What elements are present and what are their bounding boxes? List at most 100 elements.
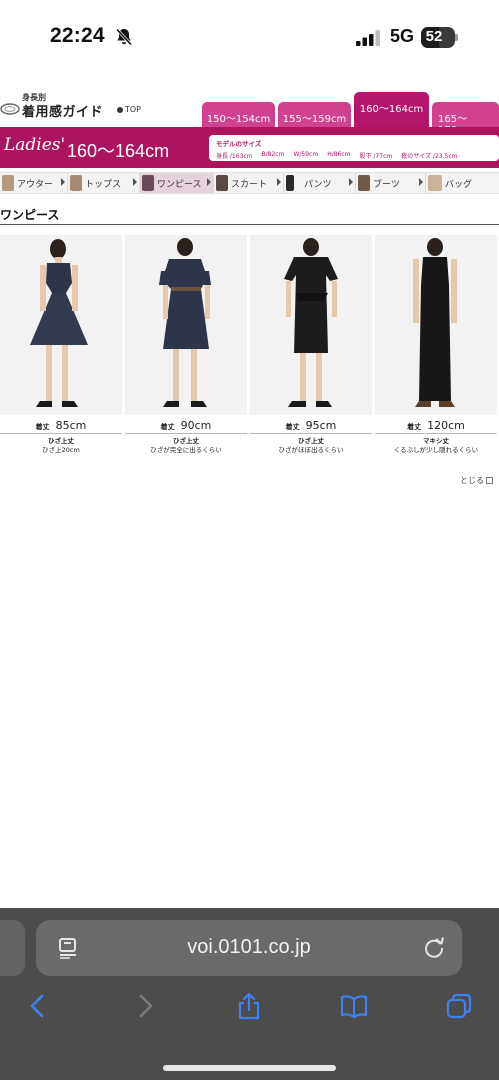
product-description-4: マキシ丈 くるぶしが少し隠れるくらい (375, 437, 497, 455)
close-link-label: とじる (460, 476, 484, 485)
close-icon (486, 477, 493, 484)
category-skirt[interactable]: スカート (214, 173, 284, 193)
url-text[interactable]: voi.0101.co.jp (36, 936, 462, 959)
top-link[interactable]: TOP (117, 105, 141, 114)
forward-icon[interactable] (131, 992, 159, 1020)
dress-thumb-icon (142, 175, 154, 191)
bookmarks-icon[interactable] (340, 992, 368, 1020)
arrow-right-icon (277, 178, 281, 186)
product-image-3[interactable] (250, 235, 372, 415)
tab-160-164[interactable]: 160～164cm (354, 92, 429, 127)
battery-icon: 52 (421, 27, 455, 48)
address-bar[interactable]: voi.0101.co.jp (36, 920, 462, 976)
category-label: トップス (85, 179, 122, 190)
desc-main: ひざ上丈 (298, 437, 324, 445)
back-icon[interactable] (24, 992, 52, 1020)
coat-thumb-icon (2, 175, 14, 191)
browser-toolbar: voi.0101.co.jp (0, 908, 499, 1080)
battery-cap (455, 34, 458, 41)
tabs-icon[interactable] (445, 992, 473, 1020)
dress-95-illustration (250, 235, 372, 415)
length-line-2: 着丈 90cm (125, 419, 247, 432)
ladies-size-banner: Ladies' 160～164cm モデルのサイズ 身長 /163cm B/82… (0, 127, 499, 168)
category-label: アウター (17, 179, 54, 190)
section-divider (0, 224, 499, 225)
category-bag[interactable]: バッグ (426, 173, 499, 193)
length-line-4: 着丈 120cm (375, 419, 497, 432)
boots-thumb-icon (358, 175, 370, 191)
status-time: 22:24 (50, 24, 105, 47)
hanger-logo-icon (0, 103, 20, 115)
dress-90-illustration (125, 235, 247, 415)
category-nav: アウター トップス ワンピース スカート パンツ ブーツ バッグ (0, 172, 499, 194)
product-image-2[interactable] (125, 235, 247, 415)
desc-sub: ひざが完全に出るくらい (150, 446, 222, 454)
length-value: 95cm (305, 419, 337, 432)
length-value: 85cm (55, 419, 87, 432)
model-stats: 身長 /163cm B/82cm W/59cm H/86cm 股下 /77cm … (216, 151, 499, 160)
arrow-right-icon (133, 178, 137, 186)
tab-150-154[interactable]: 150～154cm (202, 102, 275, 127)
home-indicator (163, 1065, 336, 1071)
pants-thumb-icon (286, 175, 294, 191)
category-onepiece[interactable]: ワンピース (140, 173, 214, 193)
dress-120-illustration (375, 235, 497, 415)
desc-sub: ひざ上20cm (42, 446, 80, 454)
network-type: 5G (390, 26, 415, 46)
category-boots[interactable]: ブーツ (356, 173, 426, 193)
model-height: 身長 /163cm (216, 153, 253, 160)
tab-155-159[interactable]: 155～159cm (278, 102, 351, 127)
close-link[interactable]: とじる (460, 475, 493, 486)
reload-icon[interactable] (422, 935, 446, 959)
top-link-label: TOP (125, 105, 142, 114)
card-divider (250, 433, 372, 434)
model-inseam: 股下 /77cm (359, 153, 393, 160)
length-value: 120cm (427, 419, 465, 432)
previous-tab-preview[interactable] (0, 920, 25, 976)
card-divider (125, 433, 247, 434)
share-icon[interactable] (235, 992, 263, 1020)
status-bar: 22:24 5G 52 (0, 0, 499, 76)
desc-main: ひざ上丈 (48, 437, 74, 445)
length-line-1: 着丈 85cm (0, 419, 122, 432)
category-outer[interactable]: アウター (0, 173, 68, 193)
ladies-label: Ladies' (4, 135, 66, 155)
tab-165-170[interactable]: 165～170cm (432, 102, 499, 136)
model-hip: H/86cm (327, 151, 351, 158)
desc-main: ひざ上丈 (173, 437, 199, 445)
model-waist: W/59cm (293, 151, 319, 158)
length-label: 着丈 (407, 423, 422, 431)
model-size-title: モデルのサイズ (216, 140, 262, 148)
category-pants[interactable]: パンツ (284, 173, 356, 193)
model-shoe: 靴のサイズ /23.5cm (401, 153, 458, 160)
product-description-3: ひざ上丈 ひざがほぼ出るくらい (250, 437, 372, 455)
card-divider (375, 433, 497, 434)
skirt-thumb-icon (216, 175, 228, 191)
category-label: ブーツ (373, 179, 400, 190)
category-tops[interactable]: トップス (68, 173, 140, 193)
arrow-right-icon (349, 178, 353, 186)
category-label: バッグ (445, 179, 473, 190)
arrow-right-icon (207, 178, 211, 186)
bell-slash-icon (115, 28, 133, 46)
guide-title: 着用感ガイド (22, 105, 104, 120)
length-line-3: 着丈 95cm (250, 419, 372, 432)
product-image-1[interactable] (0, 235, 122, 415)
bag-thumb-icon (428, 175, 442, 191)
length-label: 着丈 (160, 423, 175, 431)
ladies-size: 160～164cm (67, 141, 170, 161)
desc-sub: くるぶしが少し隠れるくらい (393, 446, 479, 454)
section-title: ワンピース (0, 208, 60, 222)
top-thumb-icon (70, 175, 82, 191)
model-size-box: モデルのサイズ 身長 /163cm B/82cm W/59cm H/86cm 股… (209, 135, 499, 161)
category-label: ワンピース (157, 179, 202, 190)
arrow-right-icon (419, 178, 423, 186)
length-value: 90cm (180, 419, 212, 432)
battery-percent: 52 (425, 28, 443, 45)
desc-sub: ひざがほぼ出るくらい (278, 446, 344, 454)
product-description-2: ひざ上丈 ひざが完全に出るくらい (125, 437, 247, 455)
dress-85-illustration (0, 235, 122, 415)
product-image-4[interactable] (375, 235, 497, 415)
product-description-1: ひざ上丈 ひざ上20cm (0, 437, 122, 455)
category-label: パンツ (304, 179, 332, 190)
